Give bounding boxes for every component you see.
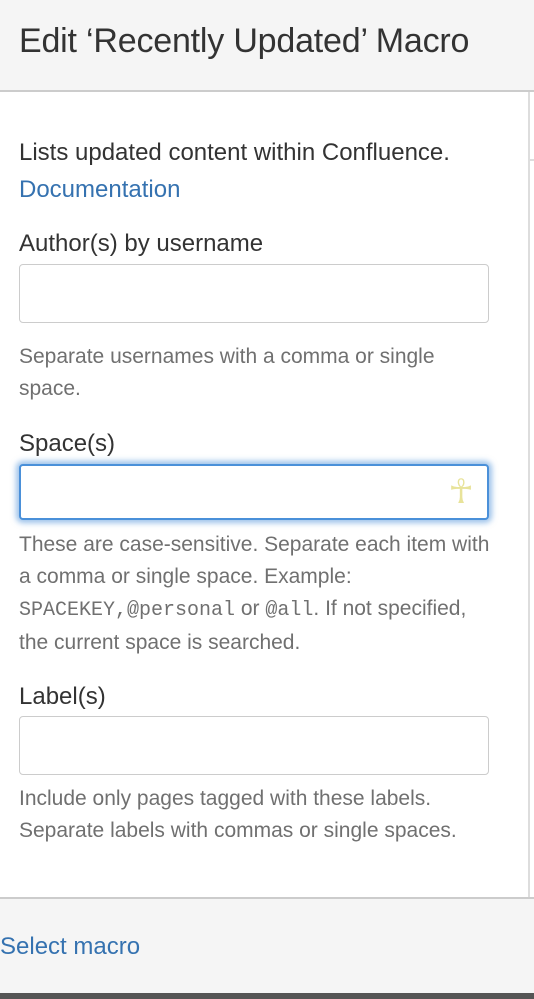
dialog-title: Edit ‘Recently Updated’ Macro — [19, 22, 470, 60]
dialog-header: Edit ‘Recently Updated’ Macro — [0, 0, 534, 92]
preview-divider-tick — [530, 159, 534, 161]
dialog-footer: Select macro — [0, 897, 534, 993]
documentation-link[interactable]: Documentation — [19, 176, 180, 203]
author-field-help: Separate usernames with a comma or singl… — [19, 345, 435, 400]
macro-description: Lists updated content within Confluence.… — [19, 134, 489, 208]
space-help-code-2: @all — [265, 599, 314, 622]
space-help-text-1: These are case-sensitive. Separate each … — [19, 533, 490, 588]
space-input[interactable] — [19, 464, 489, 520]
preview-divider — [528, 92, 530, 897]
author-input[interactable] — [19, 264, 489, 323]
author-field-label: Author(s) by username — [19, 230, 264, 257]
window-bottom-edge — [0, 993, 534, 999]
space-field-label: Space(s) — [19, 430, 116, 457]
space-input-wrapper: ☥ — [19, 464, 489, 520]
select-macro-link[interactable]: Select macro — [0, 933, 140, 961]
labels-input[interactable] — [19, 716, 489, 775]
macro-editor-dialog: Edit ‘Recently Updated’ Macro Lists upda… — [0, 0, 534, 999]
space-help-text-2: or — [235, 597, 266, 620]
labels-field-help: Include only pages tagged with these lab… — [19, 787, 457, 842]
space-help-code-1: SPACEKEY,@personal — [19, 599, 236, 622]
labels-field-label: Label(s) — [19, 683, 106, 710]
space-field-help: These are case-sensitive. Separate each … — [19, 529, 494, 659]
ankh-icon: ☥ — [448, 473, 474, 511]
macro-description-text: Lists updated content within Confluence. — [19, 139, 450, 166]
